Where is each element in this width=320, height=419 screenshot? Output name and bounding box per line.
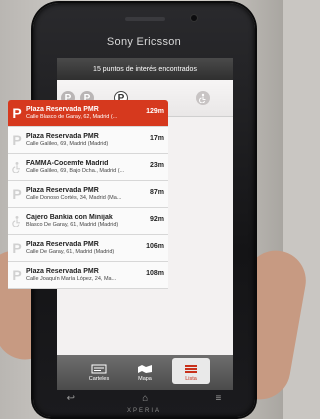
parking-icon: P	[12, 267, 22, 283]
list-item[interactable]: P Plaza Reservada PMR Calle Donoso Cortés,…	[8, 181, 168, 208]
accessibility-icon	[8, 154, 26, 180]
parking-icon: P	[12, 186, 22, 202]
parking-icon: P	[12, 132, 22, 148]
list-item[interactable]: P Plaza Reservada PMR Calle Joaquín María …	[8, 262, 168, 289]
accessibility-filter-icon[interactable]	[196, 91, 210, 105]
results-count: 15 puntos de interés encontrados	[57, 58, 233, 80]
speaker-grill	[125, 17, 165, 21]
poi-distance: 92m	[149, 216, 164, 223]
hardware-keys: ↩ ⌂ ≡	[33, 393, 255, 404]
back-key-icon[interactable]: ↩	[67, 393, 75, 404]
poi-distance: 129m	[146, 108, 164, 115]
poi-distance: 17m	[149, 135, 164, 142]
home-key-icon[interactable]: ⌂	[142, 393, 148, 404]
list-icon	[185, 365, 197, 373]
poi-name: Plaza Reservada PMR	[26, 106, 99, 113]
signs-icon	[91, 364, 107, 374]
front-camera	[191, 15, 197, 21]
poi-list: P Plaza Reservada PMR Calle Blasco de Gara…	[8, 100, 168, 289]
tab-label: Carteles	[88, 376, 110, 382]
tab-carteles[interactable]: Carteles	[80, 358, 118, 384]
device-brand: Sony Ericsson	[106, 36, 182, 48]
list-item[interactable]: FAMMA-Cocemfe Madrid Calle Galileo, 69, B…	[8, 154, 168, 181]
bottom-tab-bar: Carteles Mapa Lista	[57, 355, 233, 390]
tab-mapa[interactable]: Mapa	[126, 358, 164, 384]
list-item-text: Plaza Reservada PMR Calle Donoso Cortés, …	[26, 187, 168, 201]
list-item[interactable]: P Plaza Reservada PMR Calle Blasco de Gara…	[8, 100, 168, 127]
poi-address: Blasco De Garay, 61, Madrid (Madrid)	[26, 222, 119, 228]
list-item-text: FAMMA-Cocemfe Madrid Calle Galileo, 69, B…	[26, 160, 168, 174]
device-model: XPERIA	[126, 408, 161, 414]
poi-name: Plaza Reservada PMR	[26, 241, 99, 248]
map-icon	[138, 365, 152, 373]
list-item[interactable]: P Plaza Reservada PMR Calle De Garay, 61, …	[8, 235, 168, 262]
poi-address: Calle Blasco de Garay, 62, Madrid (...	[26, 114, 118, 120]
list-item[interactable]: P Plaza Reservada PMR Calle Galileo, 69, M…	[8, 127, 168, 154]
tab-label: Mapa	[138, 376, 152, 382]
list-item-text: Cajero Bankia con Minijak Blasco De Garay…	[26, 214, 168, 228]
poi-distance: 87m	[149, 189, 164, 196]
parking-icon: P	[12, 240, 22, 256]
poi-name: Plaza Reservada PMR	[26, 268, 99, 275]
poi-address: Calle Galileo, 69, Bajo Dcha., Madrid (.…	[26, 168, 125, 174]
poi-distance: 106m	[146, 243, 164, 250]
tab-lista[interactable]: Lista	[172, 358, 210, 384]
poi-address: Calle Joaquín María López, 24, Ma...	[26, 276, 117, 282]
poi-name: Plaza Reservada PMR	[26, 187, 99, 194]
poi-distance: 23m	[149, 162, 164, 169]
menu-key-icon[interactable]: ≡	[216, 393, 222, 404]
poi-name: Cajero Bankia con Minijak	[26, 214, 113, 221]
poi-name: Plaza Reservada PMR	[26, 133, 99, 140]
poi-distance: 108m	[146, 270, 164, 277]
poi-address: Calle De Garay, 61, Madrid (Madrid)	[26, 249, 115, 255]
tab-label: Lista	[185, 376, 197, 382]
list-item-text: Plaza Reservada PMR Calle Galileo, 69, Ma…	[26, 133, 168, 147]
poi-address: Calle Galileo, 69, Madrid (Madrid)	[26, 141, 109, 147]
list-item[interactable]: Cajero Bankia con Minijak Blasco De Garay…	[8, 208, 168, 235]
poi-address: Calle Donoso Cortés, 34, Madrid (Ma...	[26, 195, 122, 201]
parking-icon: P	[12, 105, 22, 121]
poi-name: FAMMA-Cocemfe Madrid	[26, 160, 109, 167]
accessibility-icon	[8, 208, 26, 234]
